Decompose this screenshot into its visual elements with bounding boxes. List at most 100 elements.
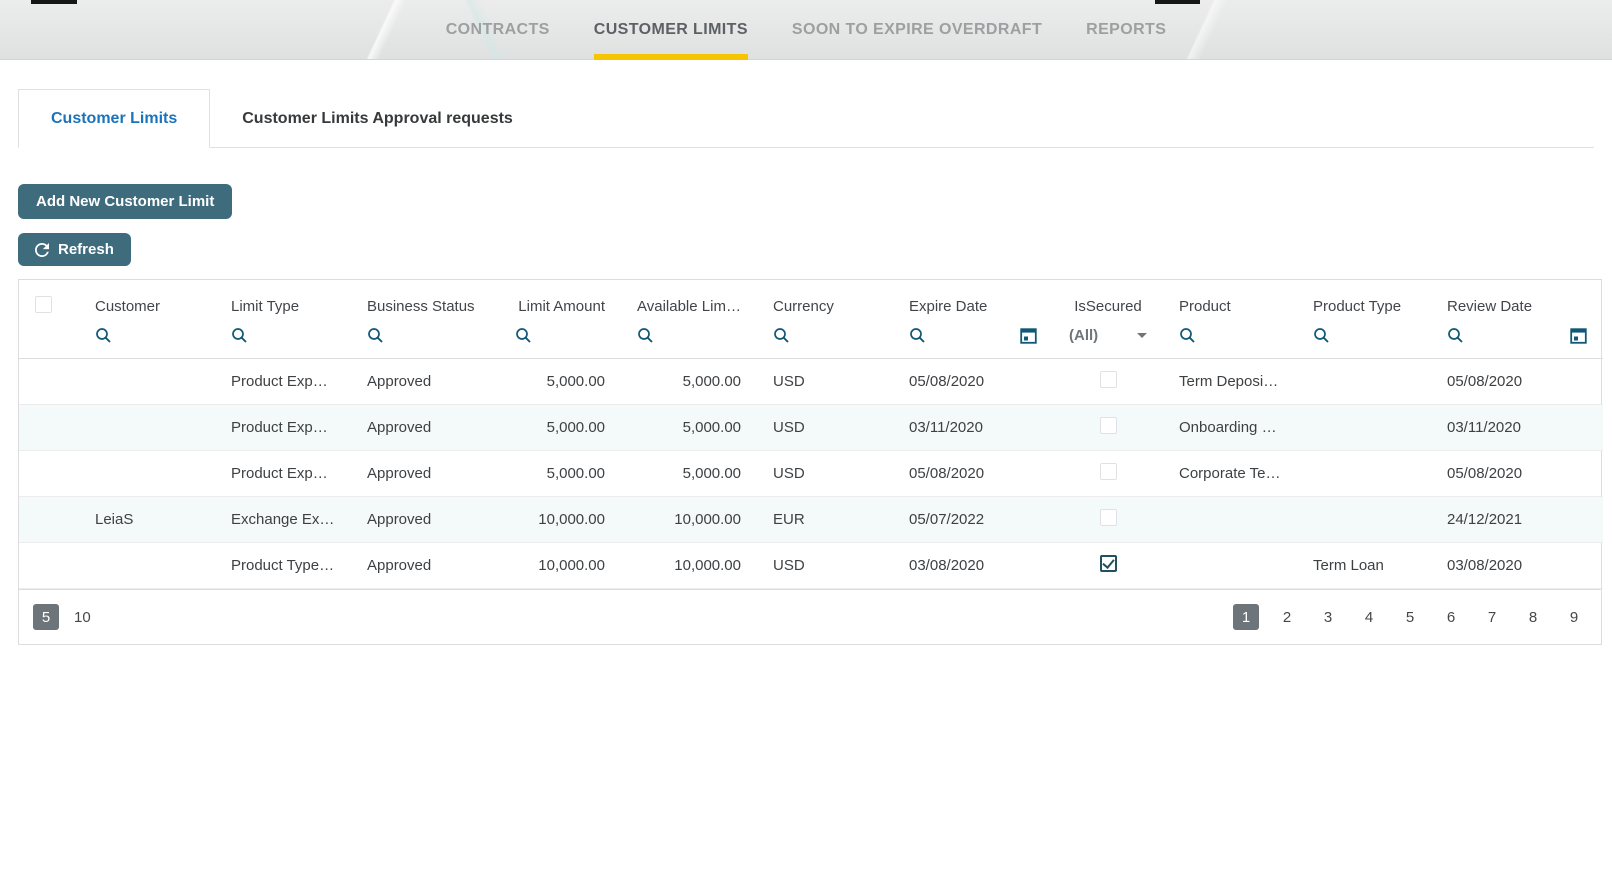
- filter-cell-available_limit: [621, 321, 757, 359]
- column-header-product_type[interactable]: Product Type: [1297, 280, 1431, 321]
- search-icon[interactable]: [1179, 327, 1196, 344]
- filter-cell-limit_type: [215, 321, 351, 359]
- cell-product: [1163, 543, 1297, 589]
- filter-cell-is_secured: (All): [1053, 321, 1163, 359]
- cell-is_secured: [1053, 359, 1163, 405]
- column-header-limit_type[interactable]: Limit Type: [215, 280, 351, 321]
- tab-customer-limits-approval-requests[interactable]: Customer Limits Approval requests: [210, 89, 545, 148]
- column-header-limit_amount[interactable]: Limit Amount: [499, 280, 621, 321]
- page-number-selector: 123456789: [1226, 604, 1587, 630]
- cell-review_date: 05/08/2020: [1431, 451, 1603, 497]
- search-icon[interactable]: [1313, 327, 1330, 344]
- cell-limit_amount: 5,000.00: [499, 405, 621, 451]
- toolbar: Add New Customer Limit Refresh: [18, 184, 1594, 266]
- nav-item-contracts[interactable]: CONTRACTS: [446, 0, 550, 59]
- table-row[interactable]: Product ExposureApproved5,000.005,000.00…: [19, 451, 1603, 497]
- cell-review_date: 05/08/2020: [1431, 359, 1603, 405]
- search-icon[interactable]: [367, 327, 384, 344]
- cell-limit_type: Exchange Expos...: [215, 497, 351, 543]
- issecured-checkbox[interactable]: [1100, 371, 1117, 388]
- tab-customer-limits[interactable]: Customer Limits: [18, 89, 210, 148]
- pagination-bar: 510 123456789: [19, 589, 1601, 644]
- cell-available_limit: 5,000.00: [621, 451, 757, 497]
- select-all-header-cell: [19, 280, 79, 321]
- cell-limit_amount: 5,000.00: [499, 359, 621, 405]
- search-icon[interactable]: [909, 327, 926, 344]
- cell-expire_date: 05/07/2022: [893, 497, 1053, 543]
- cell-is_secured: [1053, 451, 1163, 497]
- customer-limits-table: CustomerLimit TypeBusiness StatusLimit A…: [19, 280, 1603, 589]
- search-icon[interactable]: [773, 327, 790, 344]
- column-header-is_secured[interactable]: IsSecured: [1053, 280, 1163, 321]
- page-size-5[interactable]: 5: [33, 604, 59, 630]
- page-number-8[interactable]: 8: [1520, 604, 1546, 630]
- filter-cell-limit_amount: [499, 321, 621, 359]
- filter-cell-empty: [19, 321, 79, 359]
- calendar-icon[interactable]: [1020, 327, 1037, 344]
- column-header-review_date[interactable]: Review Date: [1431, 280, 1603, 321]
- issecured-checkbox[interactable]: [1100, 555, 1117, 572]
- cell-customer: [79, 451, 215, 497]
- select-all-checkbox[interactable]: [35, 296, 52, 313]
- search-icon[interactable]: [95, 327, 112, 344]
- issecured-checkbox[interactable]: [1100, 417, 1117, 434]
- cell-business_status: Approved: [351, 405, 499, 451]
- page-number-4[interactable]: 4: [1356, 604, 1382, 630]
- column-header-available_limit[interactable]: Available Limit A...: [621, 280, 757, 321]
- column-header-business_status[interactable]: Business Status: [351, 280, 499, 321]
- table-row[interactable]: Product ExposureApproved5,000.005,000.00…: [19, 359, 1603, 405]
- page-number-1[interactable]: 1: [1233, 604, 1259, 630]
- page-size-10[interactable]: 10: [69, 604, 96, 630]
- cell-expire_date: 03/11/2020: [893, 405, 1053, 451]
- filter-cell-business_status: [351, 321, 499, 359]
- issecured-checkbox[interactable]: [1100, 509, 1117, 526]
- table-row[interactable]: Product ExposureApproved5,000.005,000.00…: [19, 405, 1603, 451]
- search-icon[interactable]: [231, 327, 248, 344]
- page-number-6[interactable]: 6: [1438, 604, 1464, 630]
- cell-currency: USD: [757, 451, 893, 497]
- page-number-5[interactable]: 5: [1397, 604, 1423, 630]
- filter-cell-product: [1163, 321, 1297, 359]
- cell-customer: LeiaS: [79, 497, 215, 543]
- page-number-9[interactable]: 9: [1561, 604, 1587, 630]
- cell-is_secured: [1053, 543, 1163, 589]
- cell-available_limit: 10,000.00: [621, 543, 757, 589]
- nav-item-customer-limits[interactable]: CUSTOMER LIMITS: [594, 0, 748, 59]
- row-select-cell: [19, 405, 79, 451]
- calendar-icon[interactable]: [1570, 327, 1587, 344]
- cell-expire_date: 03/08/2020: [893, 543, 1053, 589]
- issecured-checkbox[interactable]: [1100, 463, 1117, 480]
- chevron-down-icon: [1137, 333, 1147, 338]
- cell-limit_type: Product Type Ex...: [215, 543, 351, 589]
- column-header-customer[interactable]: Customer: [79, 280, 215, 321]
- cell-currency: EUR: [757, 497, 893, 543]
- page-number-7[interactable]: 7: [1479, 604, 1505, 630]
- row-select-cell: [19, 543, 79, 589]
- nav-item-reports[interactable]: REPORTS: [1086, 0, 1166, 59]
- column-header-currency[interactable]: Currency: [757, 280, 893, 321]
- cell-currency: USD: [757, 359, 893, 405]
- cell-expire_date: 05/08/2020: [893, 359, 1053, 405]
- cell-customer: [79, 543, 215, 589]
- search-icon[interactable]: [637, 327, 654, 344]
- table-row[interactable]: Product Type Ex...Approved10,000.0010,00…: [19, 543, 1603, 589]
- search-icon[interactable]: [1447, 327, 1464, 344]
- table-row[interactable]: LeiaSExchange Expos...Approved10,000.001…: [19, 497, 1603, 543]
- cell-product: Corporate Term ...: [1163, 451, 1297, 497]
- page-number-3[interactable]: 3: [1315, 604, 1341, 630]
- issecured-filter-select[interactable]: (All): [1069, 327, 1147, 344]
- cell-is_secured: [1053, 497, 1163, 543]
- nav-item-soon-to-expire-overdraft[interactable]: SOON TO EXPIRE OVERDRAFT: [792, 0, 1042, 59]
- main-nav: CONTRACTS CUSTOMER LIMITS SOON TO EXPIRE…: [0, 0, 1612, 59]
- issecured-filter-value: (All): [1069, 327, 1098, 344]
- page-number-2[interactable]: 2: [1274, 604, 1300, 630]
- column-header-expire_date[interactable]: Expire Date: [893, 280, 1053, 321]
- cell-limit_type: Product Exposure: [215, 359, 351, 405]
- cell-product_type: [1297, 405, 1431, 451]
- search-icon[interactable]: [515, 327, 532, 344]
- refresh-button-label: Refresh: [58, 241, 114, 258]
- refresh-button[interactable]: Refresh: [18, 233, 131, 266]
- cell-business_status: Approved: [351, 359, 499, 405]
- add-new-customer-limit-button[interactable]: Add New Customer Limit: [18, 184, 232, 219]
- column-header-product[interactable]: Product: [1163, 280, 1297, 321]
